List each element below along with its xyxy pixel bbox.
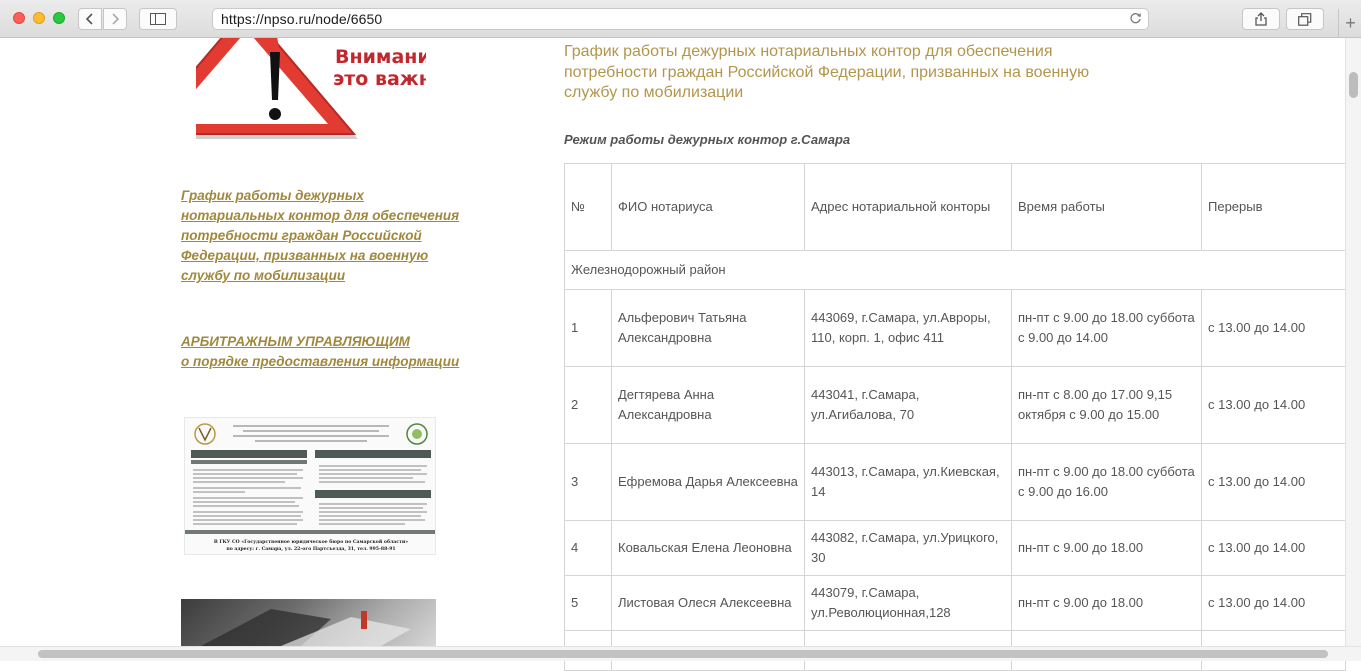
arbitration-link[interactable]: АРБИТРАЖНЫМ УПРАВЛЯЮЩИМ о порядке предос… [181, 332, 471, 372]
document-footer-line2: по адресу: г. Самара, ул. 22-ого Партсъе… [226, 546, 395, 552]
vertical-scrollbar-thumb[interactable] [1349, 72, 1358, 98]
row-hours: пн-пт с 9.00 до 18.00 [1011, 575, 1202, 631]
tabs-icon [1298, 12, 1312, 26]
row-hours: пн-пт с 9.00 до 18.00 суббота с 9.00 до … [1011, 289, 1202, 367]
table-row: 1 Альферович Татьяна Александровна 44306… [564, 289, 1346, 367]
forward-button[interactable] [103, 8, 127, 30]
arbitration-link-line2: о порядке предоставления информации [181, 354, 460, 369]
chevron-left-icon [85, 13, 93, 25]
row-address: 443082, г.Самара, ул.Урицкого, 30 [804, 520, 1012, 576]
row-number: 1 [564, 289, 612, 367]
address-bar-url: https://npso.ru/node/6650 [221, 11, 383, 27]
row-number: 5 [564, 575, 612, 631]
plus-icon: + [1345, 13, 1356, 33]
page-title: График работы дежурных нотариальных конт… [564, 43, 1090, 101]
document-preview: В ГКУ СО «Государственное юридическое бю… [185, 418, 435, 554]
warning-text-line2: это важно! [333, 68, 426, 90]
row-address: 443069, г.Самара, ул.Авроры, 110, корп. … [804, 289, 1012, 367]
new-tab-button[interactable]: + [1338, 9, 1361, 38]
sidebar-toggle-button[interactable] [139, 8, 177, 30]
table-row: 5 Листовая Олеся Алексеевна 443079, г.Са… [564, 575, 1346, 631]
notary-photo-image[interactable] [181, 599, 436, 646]
row-break: с 13.00 до 14.00 [1201, 520, 1346, 576]
row-notary-name: Ковальская Елена Леоновна [611, 520, 805, 576]
legal-aid-document-image[interactable]: В ГКУ СО «Государственное юридическое бю… [184, 417, 436, 555]
row-break: с 13.00 до 14.00 [1201, 289, 1346, 367]
share-icon [1255, 12, 1267, 26]
row-number: 2 [564, 366, 612, 444]
address-bar[interactable]: https://npso.ru/node/6650 [212, 8, 1149, 30]
sidebar-icon [150, 13, 166, 25]
horizontal-scrollbar-thumb[interactable] [38, 650, 1328, 658]
warning-triangle-icon: Внимание это важно! [196, 38, 426, 139]
row-address: 443041, г.Самара, ул.Агибалова, 70 [804, 366, 1012, 444]
close-window-button[interactable] [13, 12, 25, 24]
header-hours: Время работы [1011, 163, 1202, 251]
row-address: 443013, г.Самара, ул.Киевская, 14 [804, 443, 1012, 521]
tabs-overview-button[interactable] [1286, 8, 1324, 30]
arbitration-link-line1: АРБИТРАЖНЫМ УПРАВЛЯЮЩИМ [181, 334, 410, 349]
row-break: с 13.00 до 14.00 [1201, 443, 1346, 521]
vertical-scrollbar[interactable] [1345, 38, 1361, 646]
row-address: 443079, г.Самара, ул.Революционная,128 [804, 575, 1012, 631]
horizontal-scrollbar[interactable] [0, 646, 1361, 661]
minimize-window-button[interactable] [33, 12, 45, 24]
row-hours: пн-пт с 9.00 до 18.00 [1011, 520, 1202, 576]
row-number: 3 [564, 443, 612, 521]
row-notary-name: Альферович Татьяна Александровна [611, 289, 805, 367]
row-notary-name: Листовая Олеся Алексеевна [611, 575, 805, 631]
row-notary-name: Дегтярева Анна Александровна [611, 366, 805, 444]
photo-content [201, 609, 411, 646]
row-hours: пн-пт с 9.00 до 18.00 суббота с 9.00 до … [1011, 443, 1202, 521]
header-break: Перерыв [1201, 163, 1346, 251]
table-row: 4 Ковальская Елена Леоновна 443082, г.Са… [564, 520, 1346, 576]
table-row: 3 Ефремова Дарья Алексеевна 443013, г.Са… [564, 443, 1346, 521]
row-notary-name: Ефремова Дарья Алексеевна [611, 443, 805, 521]
share-button[interactable] [1242, 8, 1280, 30]
district-label: Железнодорожный район [564, 250, 1346, 290]
table-header-row: № ФИО нотариуса Адрес нотариальной конто… [564, 163, 1346, 251]
browser-toolbar: https://npso.ru/node/6650 + [0, 0, 1361, 38]
schedule-link[interactable]: График работы дежурных нотариальных конт… [181, 186, 471, 286]
row-break: с 13.00 до 14.00 [1201, 575, 1346, 631]
warning-banner-image[interactable]: Внимание это важно! [196, 38, 426, 142]
reload-icon[interactable] [1129, 12, 1142, 30]
header-number: № [564, 163, 612, 251]
header-address: Адрес нотариальной конторы [804, 163, 1012, 251]
warning-text-line1: Внимание [335, 46, 426, 68]
document-footer-line1: В ГКУ СО «Государственное юридическое бю… [214, 538, 408, 545]
zoom-window-button[interactable] [53, 12, 65, 24]
header-name: ФИО нотариуса [611, 163, 805, 251]
row-number: 4 [564, 520, 612, 576]
row-break: с 13.00 до 14.00 [1201, 366, 1346, 444]
row-hours: пн-пт с 8.00 до 17.00 9,15 октября с 9.0… [1011, 366, 1202, 444]
table-row: 2 Дегтярева Анна Александровна 443041, г… [564, 366, 1346, 444]
back-button[interactable] [78, 8, 102, 30]
schedule-subtitle: Режим работы дежурных контор г.Самара [564, 132, 851, 147]
district-row: Железнодорожный район [564, 250, 1346, 290]
notary-schedule-table: № ФИО нотариуса Адрес нотариальной конто… [564, 163, 1346, 671]
chevron-right-icon [112, 13, 120, 25]
